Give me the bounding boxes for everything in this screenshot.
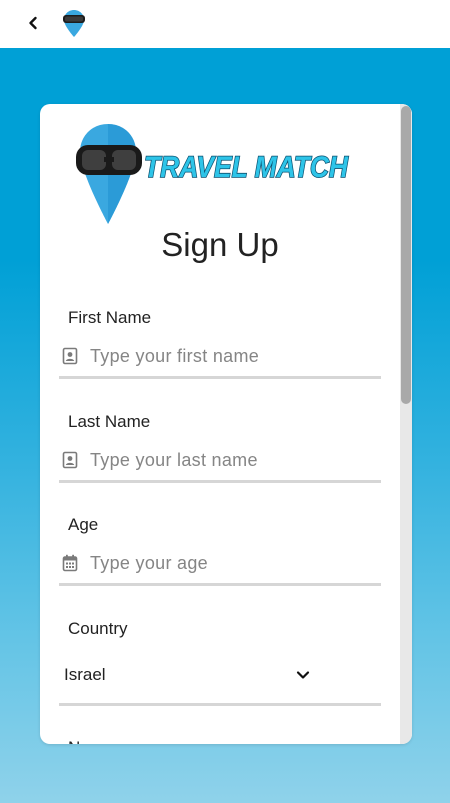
last-name-label: Last Name (68, 412, 151, 431)
contact-card-icon (62, 451, 78, 469)
chevron-down-icon (296, 671, 310, 679)
age-label: Age (68, 515, 99, 534)
first-name-input[interactable] (90, 343, 360, 369)
back-button[interactable] (22, 12, 44, 34)
signup-card: TRAVEL MATCH Sign Up First Name Last Nam… (40, 104, 412, 744)
country-underline (59, 703, 381, 706)
last-name-underline (59, 480, 381, 483)
app-header (0, 0, 450, 48)
age-input[interactable] (90, 550, 360, 576)
country-select[interactable]: Israel (64, 662, 310, 688)
travel-match-pin-icon (63, 10, 85, 37)
last-name-input[interactable] (90, 447, 360, 473)
travel-match-logo: TRAVEL MATCH (76, 124, 350, 224)
page-title: Sign Up (161, 226, 279, 263)
age-underline (59, 583, 381, 586)
chevron-left-icon (29, 16, 37, 30)
contact-card-icon (62, 347, 78, 365)
scrollbar-thumb[interactable] (401, 106, 411, 404)
country-label: Country (68, 619, 128, 638)
scrollbar-track[interactable] (400, 104, 412, 744)
calendar-icon (62, 554, 78, 572)
name-label-partial: Name (68, 738, 113, 744)
first-name-underline (59, 376, 381, 379)
brand-name: TRAVEL MATCH (144, 151, 349, 184)
first-name-label: First Name (68, 308, 152, 327)
country-value: Israel (64, 665, 106, 684)
